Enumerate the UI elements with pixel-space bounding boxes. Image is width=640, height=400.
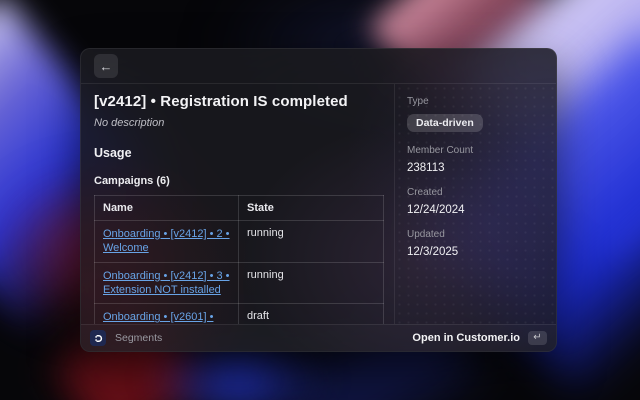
meta-updated: Updated 12/3/2025: [407, 229, 544, 258]
column-header-name: Name: [95, 196, 239, 221]
campaign-state-cell: running: [239, 262, 384, 304]
detail-main: [v2412] • Registration IS completed No d…: [81, 84, 394, 324]
member-count-value: 238113: [407, 162, 544, 174]
back-arrow-icon: ←: [100, 60, 113, 73]
created-label: Created: [407, 187, 544, 198]
column-header-state: State: [239, 196, 384, 221]
campaign-name-cell: Onboarding • [v2412] • 3 • Extension NOT…: [95, 262, 239, 304]
campaign-link[interactable]: Onboarding • [v2601] • 1.2 • Extension N…: [103, 310, 230, 324]
window-header: ←: [81, 49, 556, 84]
table-row: Onboarding • [v2601] • 1.2 • Extension N…: [95, 304, 384, 324]
extension-logo-glyph: [93, 333, 104, 344]
primary-action-button[interactable]: Open in Customer.io ↵: [412, 331, 547, 345]
campaign-name-cell: Onboarding • [v2412] • 2 • Welcome: [95, 221, 239, 263]
campaign-state-cell: running: [239, 221, 384, 263]
meta-type: Type Data-driven: [407, 96, 544, 132]
window-footer: Segments Open in Customer.io ↵: [81, 324, 556, 351]
campaign-link[interactable]: Onboarding • [v2412] • 3 • Extension NOT…: [103, 269, 230, 298]
table-row: Onboarding • [v2412] • 2 • Welcome runni…: [95, 221, 384, 263]
created-value: 12/24/2024: [407, 204, 544, 216]
customerio-extension-icon: [90, 330, 106, 346]
updated-label: Updated: [407, 229, 544, 240]
updated-value: 12/3/2025: [407, 246, 544, 258]
primary-action-label: Open in Customer.io: [412, 332, 520, 344]
usage-heading: Usage: [94, 146, 381, 160]
window-body: [v2412] • Registration IS completed No d…: [81, 84, 556, 324]
type-badge: Data-driven: [407, 114, 483, 132]
segment-detail-window: ← [v2412] • Registration IS completed No…: [80, 48, 557, 352]
table-row: Onboarding • [v2412] • 3 • Extension NOT…: [95, 262, 384, 304]
type-label: Type: [407, 96, 544, 107]
campaign-link[interactable]: Onboarding • [v2412] • 2 • Welcome: [103, 227, 230, 256]
campaign-name-cell: Onboarding • [v2601] • 1.2 • Extension N…: [95, 304, 239, 324]
back-button[interactable]: ←: [94, 54, 118, 78]
enter-key-icon: ↵: [528, 331, 547, 345]
campaigns-heading: Campaigns (6): [94, 175, 381, 187]
member-count-label: Member Count: [407, 145, 544, 156]
description-text: No description: [94, 117, 381, 129]
segments-source-label: Segments: [115, 332, 162, 344]
meta-member-count: Member Count 238113: [407, 145, 544, 174]
campaign-state-cell: draft: [239, 304, 384, 324]
campaigns-table: Name State Onboarding • [v2412] • 2 • We…: [94, 195, 384, 324]
page-title: [v2412] • Registration IS completed: [94, 93, 381, 110]
meta-created: Created 12/24/2024: [407, 187, 544, 216]
table-header-row: Name State: [95, 196, 384, 221]
metadata-sidebar: Type Data-driven Member Count 238113 Cre…: [394, 84, 556, 324]
